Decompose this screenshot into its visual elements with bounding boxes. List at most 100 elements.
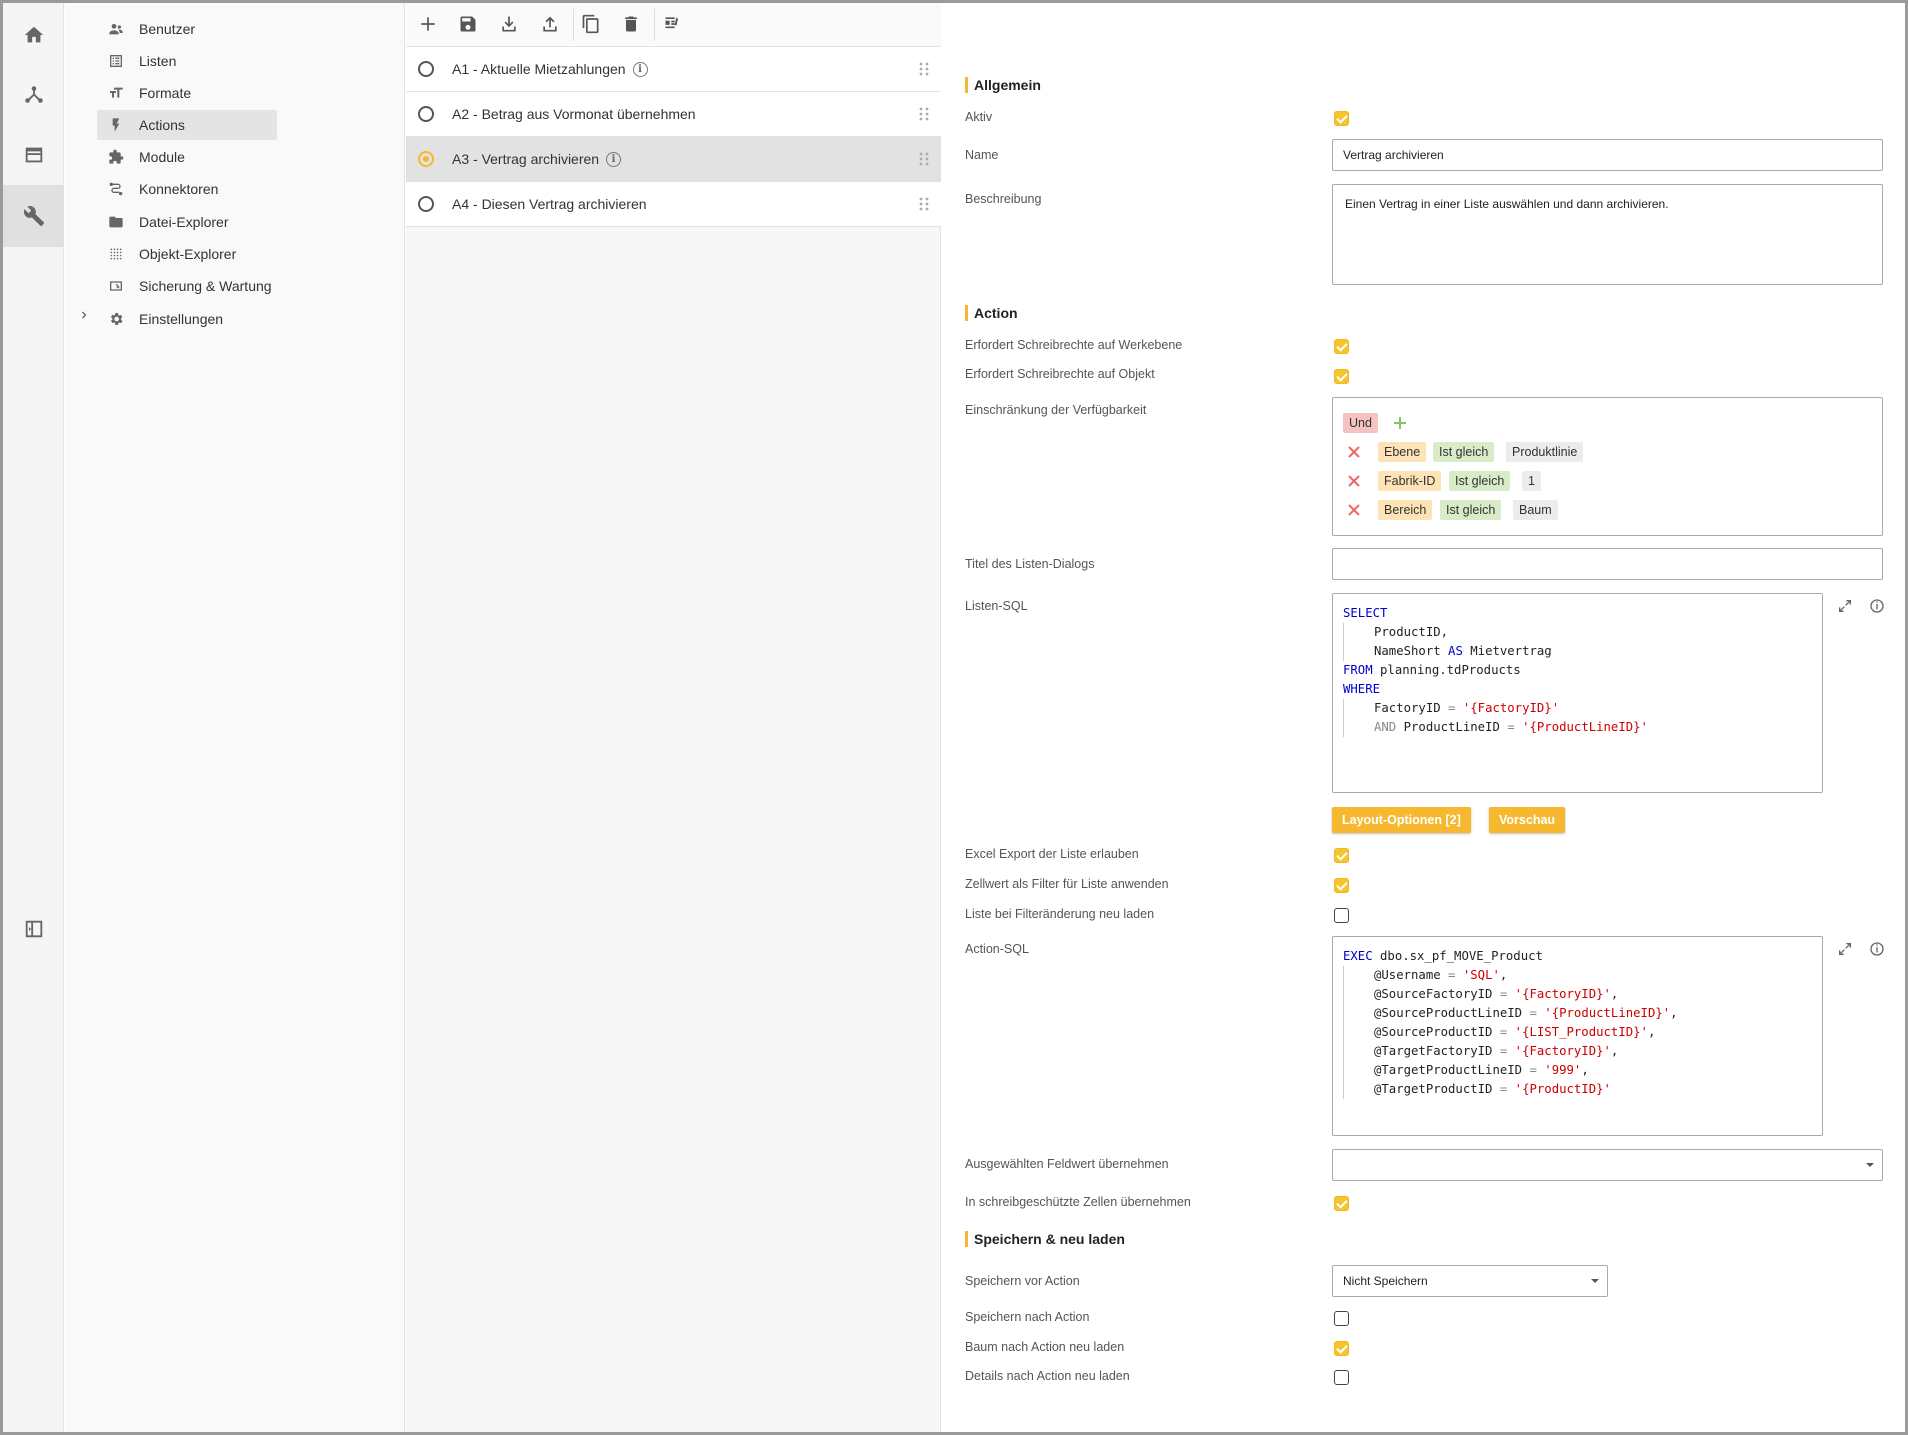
condition-operator-chip[interactable]: Ist gleich [1440, 500, 1502, 520]
nav-item-sicherung-wartung[interactable]: Sicherung & Wartung [97, 271, 277, 301]
nav-item-module[interactable]: Module [97, 142, 277, 172]
close-icon [1348, 475, 1360, 487]
section-action: Action [965, 305, 1018, 321]
beschreibung-textarea[interactable]: Einen Vertrag in einer Liste auswählen u… [1332, 184, 1883, 285]
condition-operator-chip[interactable]: Ist gleich [1449, 471, 1511, 491]
add-condition-button[interactable] [1393, 416, 1407, 430]
radio-button[interactable] [418, 106, 434, 122]
sql-info-icon[interactable] [1869, 598, 1885, 614]
action-row-a3[interactable]: A3 - Vertrag archivieren i [406, 137, 941, 182]
objekt-checkbox[interactable] [1334, 369, 1349, 384]
action-sql-editor[interactable]: EXEC dbo.sx_pf_MOVE_Product @Username = '… [1332, 936, 1823, 1136]
code-token: , [1610, 1044, 1619, 1058]
grid-dots-icon [105, 245, 127, 263]
action-row-a4[interactable]: A4 - Diesen Vertrag archivieren [406, 182, 941, 227]
rail-home-button[interactable] [3, 5, 64, 65]
nav-item-konnektoren[interactable]: Konnektoren [97, 174, 277, 204]
rail-hierarchy-button[interactable] [3, 65, 64, 125]
save-button[interactable] [457, 13, 479, 35]
zellwert-checkbox[interactable] [1334, 878, 1349, 893]
excel-export-checkbox[interactable] [1334, 848, 1349, 863]
plus-icon [1394, 417, 1406, 429]
code-line: EXEC dbo.sx_pf_MOVE_Product [1343, 947, 1812, 966]
vorschau-button[interactable]: Vorschau [1489, 807, 1566, 833]
copy-button[interactable] [580, 13, 602, 35]
nav-item-benutzer[interactable]: Benutzer [97, 14, 277, 44]
nav-label: Einstellungen [139, 311, 224, 327]
condition-value-chip[interactable]: Baum [1513, 500, 1558, 520]
baum-neu-laden-checkbox[interactable] [1334, 1341, 1349, 1356]
code-line: @TargetFactoryID = '{FactoryID}', [1343, 1042, 1812, 1061]
condition-operator-chip[interactable]: Ist gleich [1433, 442, 1495, 462]
remove-condition-button[interactable] [1347, 503, 1361, 517]
action-detail-panel: Allgemein Aktiv Name Vertrag archivieren… [942, 3, 1905, 1432]
filter-operator-chip[interactable]: Und [1343, 413, 1378, 433]
neu-laden-checkbox[interactable] [1334, 908, 1349, 923]
condition-value-chip[interactable]: Produktlinie [1506, 442, 1584, 462]
drag-handle-icon[interactable] [919, 107, 929, 121]
expand-icon [1839, 943, 1851, 955]
condition-field-chip[interactable]: Ebene [1378, 442, 1427, 462]
info-icon[interactable]: i [606, 151, 622, 167]
gear-icon [105, 310, 127, 328]
nav-item-einstellungen[interactable]: Einstellungen [97, 304, 277, 334]
remove-condition-button[interactable] [1347, 474, 1361, 488]
rail-window-button[interactable] [3, 125, 64, 185]
download-icon [502, 16, 516, 32]
titel-input[interactable] [1332, 548, 1883, 580]
code-line: @TargetProductLineID = '999', [1343, 1061, 1812, 1080]
add-button[interactable] [417, 13, 439, 35]
upload-button[interactable] [539, 13, 561, 35]
info-icon[interactable]: i [632, 61, 648, 77]
code-line: @SourceProductID = '{LIST_ProductID}', [1343, 1023, 1812, 1042]
nav-item-listen[interactable]: Listen [97, 46, 277, 76]
name-input[interactable]: Vertrag archivieren [1332, 139, 1883, 171]
action-row-a2[interactable]: A2 - Betrag aus Vormonat übernehmen [406, 92, 941, 137]
code-token: AS [1448, 644, 1463, 658]
download-button[interactable] [498, 13, 520, 35]
expand-icon [1839, 600, 1851, 612]
nav-item-objekt-explorer[interactable]: Objekt-Explorer [97, 239, 277, 269]
listen-sql-label: Listen-SQL [965, 599, 1028, 613]
expand-editor-button[interactable] [1837, 598, 1853, 614]
radio-button[interactable] [418, 61, 434, 77]
rail-collapse-button[interactable] [3, 899, 64, 959]
speichern-nach-checkbox[interactable] [1334, 1311, 1349, 1326]
feldwert-select[interactable] [1332, 1149, 1883, 1181]
nav-item-formate[interactable]: Formate [97, 78, 277, 108]
delete-button[interactable] [620, 13, 642, 35]
werkebene-checkbox[interactable] [1334, 339, 1349, 354]
remove-condition-button[interactable] [1347, 445, 1361, 459]
radio-button[interactable] [418, 196, 434, 212]
code-token: @SourceFactoryID [1374, 987, 1500, 1001]
layout-options-button[interactable]: Layout-Optionen [2] [1332, 807, 1471, 833]
drag-handle-icon[interactable] [919, 62, 929, 76]
nav-label: Datei-Explorer [139, 214, 229, 230]
aktiv-checkbox[interactable] [1334, 111, 1349, 126]
delete-icon [625, 16, 637, 32]
condition-value-chip[interactable]: 1 [1522, 471, 1541, 491]
objekt-label: Erfordert Schreibrechte auf Objekt [965, 367, 1155, 381]
action-row-a1[interactable]: A1 - Aktuelle Mietzahlungen i [406, 47, 941, 92]
speichern-vor-select[interactable]: Nicht Speichern [1332, 1265, 1608, 1297]
sql-info-icon[interactable] [1869, 941, 1885, 957]
expand-einstellungen-button[interactable] [77, 308, 91, 322]
radio-button-selected[interactable] [418, 151, 434, 167]
drag-handle-icon[interactable] [919, 152, 929, 166]
layout-edit-button[interactable] [662, 13, 684, 35]
drag-handle-icon[interactable] [919, 197, 929, 211]
nav-label: Module [139, 149, 185, 165]
condition-field-chip[interactable]: Fabrik-ID [1378, 471, 1442, 491]
settings-nav: Benutzer Listen Formate Actions Module K… [65, 3, 405, 1432]
nav-item-datei-explorer[interactable]: Datei-Explorer [97, 207, 277, 237]
nav-item-actions[interactable]: Actions [97, 110, 277, 140]
condition-field-chip[interactable]: Bereich [1378, 500, 1433, 520]
listen-sql-editor[interactable]: SELECT ProductID, NameShort AS Mietvertrag… [1332, 593, 1823, 793]
expand-editor-button[interactable] [1837, 941, 1853, 957]
schreibgeschuetzt-checkbox[interactable] [1334, 1196, 1349, 1211]
nav-label: Actions [139, 117, 185, 133]
folder-icon [105, 213, 127, 231]
rail-tools-button[interactable] [3, 185, 64, 247]
details-neu-laden-checkbox[interactable] [1334, 1370, 1349, 1385]
